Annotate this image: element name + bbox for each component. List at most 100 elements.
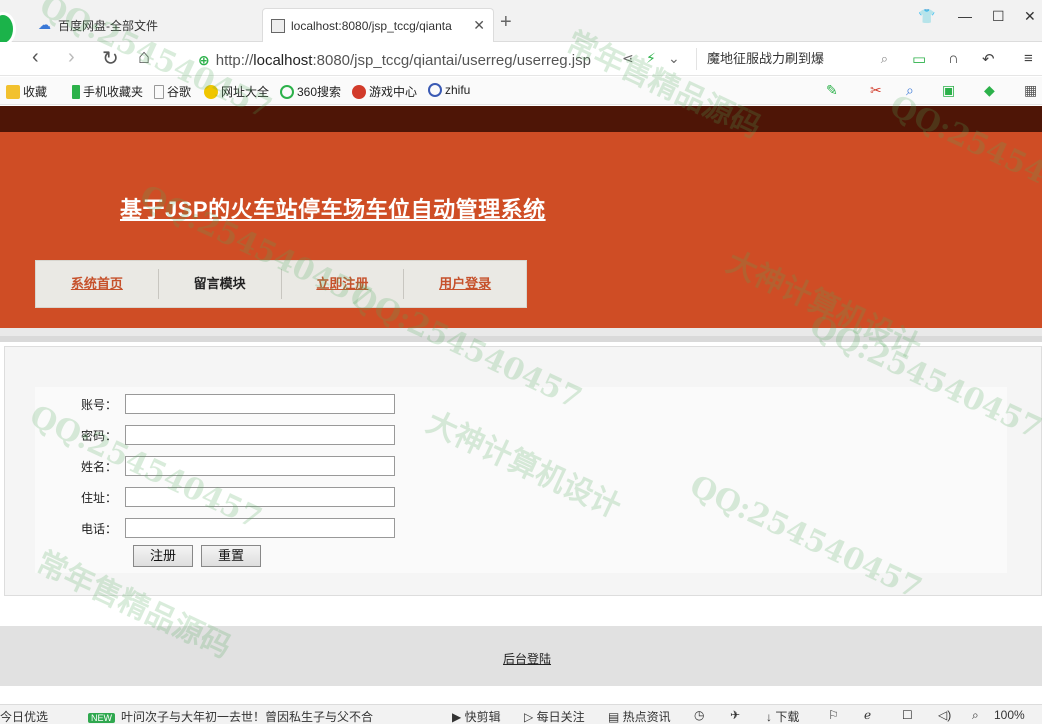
document-icon	[154, 84, 164, 99]
bookmark-mobile[interactable]: 手机收藏夹	[72, 83, 143, 100]
news-ticker[interactable]: NEW 叶问次子与大年初一去世！曾因私生子与父不合	[88, 708, 373, 724]
hao360-icon	[204, 84, 218, 99]
phone-label: 电话：	[80, 521, 117, 536]
form-buttons: 注册 重置	[133, 545, 261, 567]
search-icon[interactable]: ⌕	[881, 48, 888, 70]
page-icon	[271, 18, 285, 33]
nav-login[interactable]: 用户登录	[404, 269, 526, 299]
refresh-icon[interactable]: ↻	[102, 46, 119, 71]
flag-icon[interactable]: ⚐	[828, 708, 839, 722]
account-input[interactable]	[125, 394, 395, 414]
search-input[interactable]: 魔地征服战力刷到爆 ⌕	[696, 48, 894, 70]
undo-icon[interactable]: ↶	[982, 50, 995, 68]
web-page: 基于JSP的火车站停车场车位自动管理系统 系统首页 留言模块 立即注册 用户登录…	[0, 106, 1042, 704]
bookmark-google[interactable]: 谷歌	[154, 83, 191, 100]
quick-edit-item[interactable]: ▶ 快剪辑	[452, 708, 501, 724]
address-bar: ‹ › ↻ ⌂ ⊕ http://localhost:8080/jsp_tccg…	[0, 42, 1042, 76]
close-window-icon[interactable]: ✕	[1024, 8, 1036, 25]
clock-icon[interactable]: ◷	[694, 708, 704, 722]
minimize-icon[interactable]: —	[958, 8, 972, 24]
site-footer: 后台登陆	[0, 626, 1042, 686]
shield-icon: ⊕	[198, 51, 210, 68]
site-header: 基于JSP的火车站停车场车位自动管理系统 系统首页 留言模块 立即注册 用户登录	[0, 132, 1042, 328]
divider	[0, 336, 1042, 342]
main-nav: 系统首页 留言模块 立即注册 用户登录	[35, 260, 527, 308]
download-item[interactable]: ↓ 下载	[766, 708, 799, 724]
browser-status-bar: 今日优选 NEW 叶问次子与大年初一去世！曾因私生子与父不合 ▶ 快剪辑 ▷ 每日…	[0, 704, 1042, 724]
bookmarks-bar: 收藏 手机收藏夹 谷歌 网址大全 360搜索 游戏中心 zhifu ✎ ✂ ⌕ …	[0, 77, 1042, 105]
account-label: 账号：	[80, 397, 117, 412]
menu-icon[interactable]: ≡	[1024, 50, 1033, 67]
register-form: 账号： 密码： 姓名： 住址： 电话： 注册 重置	[35, 387, 1007, 573]
form-row-password: 密码：	[35, 422, 395, 448]
zhifu-icon	[428, 83, 442, 97]
shirt-icon[interactable]: 👕	[918, 8, 935, 25]
hot-news-item[interactable]: ▤ 热点资讯	[608, 708, 671, 724]
register-button[interactable]: 注册	[133, 545, 193, 567]
bookmark-hao360[interactable]: 网址大全	[204, 83, 269, 100]
form-row-name: 姓名：	[35, 453, 395, 479]
back-icon[interactable]: ‹	[32, 46, 39, 69]
pin-icon[interactable]: ✈	[730, 708, 740, 722]
daily-picks[interactable]: 今日优选	[0, 708, 48, 724]
divider	[0, 328, 1042, 336]
gamepad-icon[interactable]: ▣	[942, 82, 955, 99]
browser-tab-strip: ☁ 百度网盘-全部文件 localhost:8080/jsp_tccg/qian…	[0, 0, 1042, 46]
shield-money-icon[interactable]: ◆	[984, 82, 995, 99]
bookmark-so360[interactable]: 360搜索	[280, 83, 341, 100]
tab-title: 百度网盘-全部文件	[58, 18, 158, 33]
translate-icon[interactable]: ✎	[826, 82, 838, 99]
form-row-address: 住址：	[35, 484, 395, 510]
name-input[interactable]	[125, 456, 395, 476]
register-panel: 账号： 密码： 姓名： 住址： 电话： 注册 重置	[4, 346, 1042, 596]
volume-icon[interactable]: ◁)	[938, 708, 951, 722]
chevron-down-icon[interactable]: ⌄	[668, 50, 680, 67]
url-field[interactable]: ⊕ http://localhost:8080/jsp_tccg/qiantai…	[198, 49, 618, 71]
ie-icon[interactable]: ℯ	[864, 708, 871, 722]
star-icon	[6, 84, 20, 99]
close-tab-icon[interactable]: ✕	[473, 17, 485, 34]
headphones-icon[interactable]: ∩	[948, 50, 959, 67]
tab-localhost[interactable]: localhost:8080/jsp_tccg/qianta ✕	[262, 8, 494, 42]
new-badge: NEW	[88, 713, 115, 723]
tab-baidu-pan[interactable]: ☁ 百度网盘-全部文件	[38, 8, 260, 42]
bookmark-games[interactable]: 游戏中心	[352, 83, 417, 100]
site-title[interactable]: 基于JSP的火车站停车场车位自动管理系统	[120, 192, 546, 224]
maximize-icon[interactable]: ☐	[992, 8, 1005, 25]
share-icon[interactable]: ⋖	[622, 50, 634, 67]
form-row-account: 账号：	[35, 391, 395, 417]
so360-icon	[280, 84, 294, 99]
password-input[interactable]	[125, 425, 395, 445]
home-icon[interactable]: ⌂	[138, 46, 150, 69]
form-row-phone: 电话：	[35, 515, 395, 541]
new-tab-icon[interactable]: +	[500, 11, 512, 34]
reset-button[interactable]: 重置	[201, 545, 261, 567]
bookmark-zhifu[interactable]: zhifu	[428, 83, 470, 97]
scissors-icon[interactable]: ✂	[870, 82, 882, 99]
tab-title: localhost:8080/jsp_tccg/qianta	[291, 18, 452, 33]
admin-login-link[interactable]: 后台登陆	[503, 650, 551, 667]
phone-icon	[72, 84, 80, 99]
phone-input[interactable]	[125, 518, 395, 538]
forward-icon[interactable]: ›	[68, 46, 75, 69]
lightning-icon[interactable]: ⚡	[646, 50, 656, 67]
zoom-level[interactable]: 100%	[994, 708, 1025, 722]
address-input[interactable]	[125, 487, 395, 507]
password-label: 密码：	[80, 428, 117, 443]
apps-icon[interactable]: ▦	[1024, 82, 1037, 99]
nav-messages[interactable]: 留言模块	[159, 269, 282, 299]
bookmark-favorites[interactable]: 收藏	[6, 83, 47, 100]
nav-register[interactable]: 立即注册	[282, 269, 405, 299]
window-icon[interactable]: ☐	[902, 708, 913, 722]
cloud-icon: ☁	[38, 17, 51, 32]
top-band	[0, 106, 1042, 132]
address-label: 住址：	[80, 490, 117, 505]
magnifier-icon[interactable]: ⌕	[906, 82, 914, 99]
name-label: 姓名：	[80, 459, 117, 474]
daily-follow-item[interactable]: ▷ 每日关注	[524, 708, 585, 724]
battery-icon[interactable]: ▭	[912, 50, 926, 68]
zoom-icon[interactable]: ⌕	[972, 708, 979, 723]
browser-logo-icon[interactable]	[0, 12, 16, 46]
nav-home[interactable]: 系统首页	[36, 269, 159, 299]
game-icon	[352, 84, 366, 99]
